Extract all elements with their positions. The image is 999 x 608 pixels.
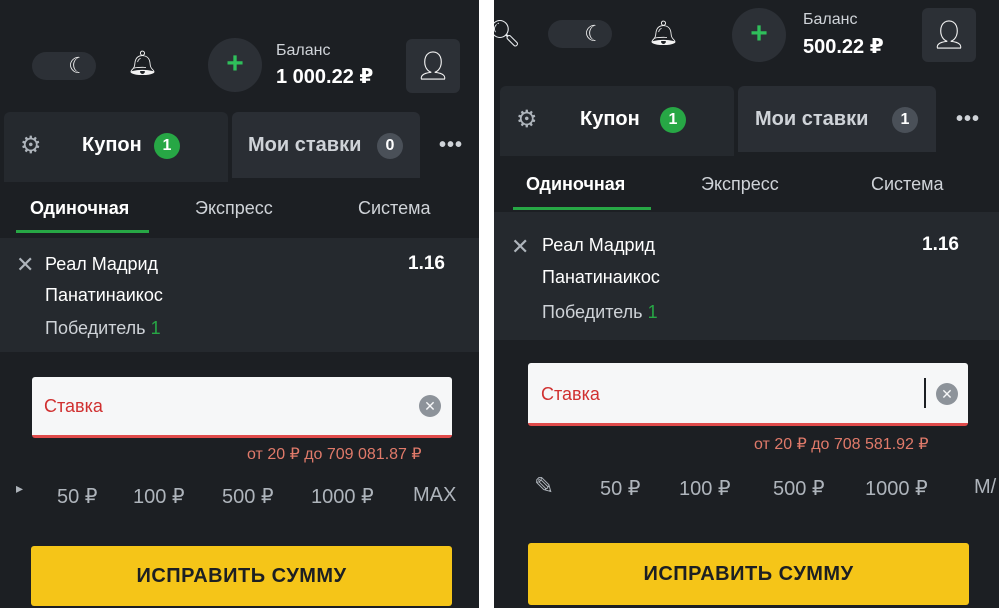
profile-button[interactable]: 👤︎: [922, 8, 976, 62]
quick-amount-50[interactable]: 50 ₽: [57, 484, 98, 509]
tab-coupon[interactable]: ⚙ Купон 1: [4, 112, 228, 182]
team-1: Реал Мадрид: [542, 235, 656, 255]
balance-label: Баланс: [276, 42, 331, 59]
quick-amount-100[interactable]: 100 ₽: [133, 484, 185, 509]
stake-range: от 20 ₽ до 709 081.87 ₽: [247, 446, 422, 463]
bet-type-system[interactable]: Система: [871, 174, 944, 195]
theme-toggle[interactable]: ☾: [32, 52, 96, 80]
more-dots-icon[interactable]: •••: [956, 108, 980, 131]
clear-icon[interactable]: ✕: [419, 395, 441, 417]
tab-my-bets-label: Мои ставки: [248, 134, 362, 156]
bell-icon[interactable]: 🔔︎: [648, 22, 678, 46]
balance-value: 1 000.22 ₽: [276, 66, 374, 88]
market-selection: 1: [150, 318, 161, 338]
deposit-button[interactable]: +: [732, 8, 786, 62]
my-bets-count-badge: 0: [377, 133, 403, 159]
bet-card: ✕ Реал Мадрид 1.16 Панатинаикос Победите…: [494, 212, 999, 340]
left-screenshot: ☾ 🔔︎ + Баланс 1 000.22 ₽ 👤︎ ⚙ Купон 1 Мо…: [0, 0, 479, 608]
balance-label: Баланс: [803, 11, 858, 28]
coupon-count-badge: 1: [660, 107, 686, 133]
team-2: Панатинаикос: [45, 285, 163, 305]
bet-type-single[interactable]: Одиночная: [30, 198, 129, 219]
stake-input[interactable]: Ставка ✕: [32, 377, 452, 438]
tab-coupon[interactable]: ⚙ Купон 1: [500, 86, 734, 156]
coupon-tabs: ⚙ Купон 1 Мои ставки 0 •••: [0, 112, 479, 182]
stake-range: от 20 ₽ до 708 581.92 ₽: [754, 436, 929, 453]
user-icon: 👤︎: [415, 50, 451, 81]
bet-odds: 1.16: [922, 234, 959, 255]
bet-market: Победитель 1: [45, 318, 161, 339]
team-2: Панатинаикос: [542, 267, 660, 287]
active-tab-underline: [16, 230, 149, 233]
quick-amount-50[interactable]: 50 ₽: [600, 476, 641, 501]
user-icon: 👤︎: [931, 19, 967, 50]
tab-my-bets[interactable]: Мои ставки 1: [738, 86, 936, 152]
tab-coupon-label: Купон: [580, 108, 640, 130]
profile-button[interactable]: 👤︎: [406, 39, 460, 93]
chevron-icon[interactable]: ▸: [16, 480, 23, 497]
market-selection: 1: [647, 302, 658, 322]
coupon-tabs: ⚙ Купон 1 Мои ставки 1 •••: [494, 86, 999, 156]
bet-odds: 1.16: [408, 253, 445, 274]
tab-my-bets-label: Мои ставки: [755, 108, 869, 130]
bet-card: ✕ Реал Мадрид 1.16 Панатинаикос Победите…: [0, 238, 479, 352]
top-bar: ☾ 🔔︎ + Баланс 1 000.22 ₽ 👤︎: [0, 0, 479, 110]
search-icon[interactable]: 🔍︎: [494, 18, 521, 49]
my-bets-count-badge: 1: [892, 107, 918, 133]
team-1: Реал Мадрид: [45, 254, 159, 274]
market-prefix: Победитель: [542, 302, 643, 322]
fix-amount-button[interactable]: ИСПРАВИТЬ СУММУ: [31, 546, 452, 606]
bet-type-bar: Одиночная Экспресс Система: [0, 182, 479, 238]
tab-my-bets[interactable]: Мои ставки 0: [232, 112, 420, 178]
right-screenshot: 🔍︎ ☾ 🔔︎ + Баланс 500.22 ₽ 👤︎ ⚙ Купон 1 М…: [494, 0, 999, 608]
quick-amount-500[interactable]: 500 ₽: [222, 484, 274, 509]
bet-type-express[interactable]: Экспресс: [701, 174, 779, 195]
close-icon[interactable]: ✕: [511, 234, 529, 260]
pencil-icon[interactable]: ✎: [534, 472, 554, 501]
bet-type-single[interactable]: Одиночная: [526, 174, 625, 195]
bet-market: Победитель 1: [542, 302, 658, 323]
deposit-button[interactable]: +: [208, 38, 262, 92]
fix-amount-button[interactable]: ИСПРАВИТЬ СУММУ: [528, 543, 969, 605]
moon-icon: ☾: [68, 53, 88, 78]
quick-amount-500[interactable]: 500 ₽: [773, 476, 825, 501]
stake-placeholder: Ставка: [44, 396, 103, 416]
stake-placeholder: Ставка: [541, 384, 600, 404]
plus-icon: +: [226, 47, 244, 80]
close-icon[interactable]: ✕: [16, 252, 34, 278]
clear-icon[interactable]: ✕: [936, 383, 958, 405]
balance-value: 500.22 ₽: [803, 36, 884, 58]
moon-icon: ☾: [584, 21, 604, 46]
quick-amount-1000[interactable]: 1000 ₽: [311, 484, 374, 509]
bet-type-system[interactable]: Система: [358, 198, 431, 219]
theme-toggle[interactable]: ☾: [548, 20, 612, 48]
quick-amount-100[interactable]: 100 ₽: [679, 476, 731, 501]
tab-coupon-label: Купон: [82, 134, 142, 156]
quick-amount-max[interactable]: MAX: [413, 484, 456, 507]
active-tab-underline: [513, 207, 651, 210]
coupon-count-badge: 1: [154, 133, 180, 159]
quick-amount-max[interactable]: M/: [974, 476, 996, 499]
more-dots-icon[interactable]: •••: [439, 134, 463, 157]
bet-type-express[interactable]: Экспресс: [195, 198, 273, 219]
stake-input[interactable]: Ставка ✕: [528, 363, 968, 426]
gear-icon[interactable]: ⚙: [516, 108, 538, 132]
quick-amount-1000[interactable]: 1000 ₽: [865, 476, 928, 501]
plus-icon: +: [750, 17, 768, 50]
market-prefix: Победитель: [45, 318, 146, 338]
text-caret: [924, 378, 926, 408]
gear-icon[interactable]: ⚙: [20, 134, 42, 158]
bell-icon[interactable]: 🔔︎: [127, 52, 157, 76]
bet-type-bar: Одиночная Экспресс Система: [494, 156, 999, 212]
